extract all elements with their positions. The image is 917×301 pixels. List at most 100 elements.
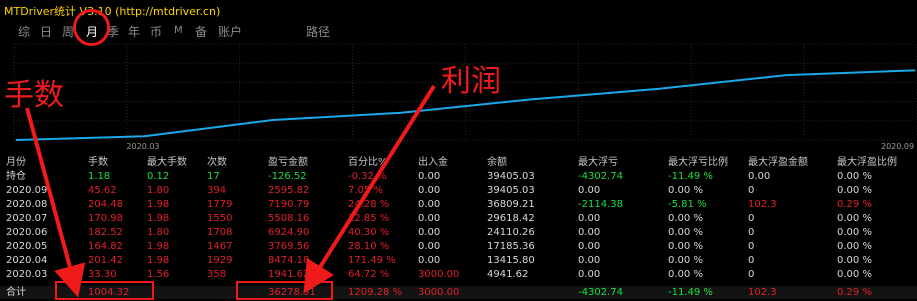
cell-max-float-loss: 0.00 bbox=[578, 241, 601, 252]
cell-max-lots: 1.98 bbox=[147, 241, 170, 252]
equity-point-7 bbox=[914, 69, 916, 71]
x-tick-label: 2020.09 bbox=[881, 142, 914, 151]
cell-max-lots: 1.98 bbox=[147, 199, 170, 210]
cell-percent: 24.28 % bbox=[348, 199, 390, 210]
cell-max-float-profit-pct: 最大浮盈比例 bbox=[837, 157, 897, 168]
cell-month: 月份 bbox=[6, 157, 26, 168]
cell-month: 合计 bbox=[6, 287, 26, 298]
cell-max-float-loss-pct: 0.00 % bbox=[668, 255, 703, 266]
cell-pnl: 3769.56 bbox=[268, 241, 310, 252]
tab-9[interactable]: 账户 bbox=[218, 23, 242, 40]
cell-month: 2020.05 bbox=[6, 241, 48, 252]
cell-max-float-profit: 0 bbox=[748, 213, 755, 224]
equity-point-2 bbox=[272, 119, 274, 121]
cell-max-float-profit-pct: 0.00 % bbox=[837, 185, 872, 196]
cell-max-float-profit: 102.3 bbox=[748, 199, 777, 210]
tab-7[interactable]: M bbox=[174, 25, 183, 36]
tab-8[interactable]: 备 bbox=[195, 23, 207, 40]
cell-balance: 13415.80 bbox=[487, 255, 535, 266]
cell-percent: 百分比% bbox=[348, 157, 388, 168]
cell-max-float-loss: 最大浮亏 bbox=[578, 157, 618, 168]
cell-max-float-profit: 0 bbox=[748, 227, 755, 238]
tab-6[interactable]: 币 bbox=[150, 23, 162, 40]
tab-0[interactable]: 综 bbox=[18, 23, 30, 40]
cell-percent: 22.85 % bbox=[348, 213, 390, 224]
tab-10[interactable]: 路径 bbox=[306, 23, 330, 40]
cell-max-float-loss-pct: 0.00 % bbox=[668, 213, 703, 224]
cell-max-lots: 1.98 bbox=[147, 213, 170, 224]
cell-lots: 204.48 bbox=[88, 199, 123, 210]
table-header: 月份 手数 最大手数 次数 盈亏金额 百分比% 出入金 余额 最大浮亏 最大浮亏比例 最大浮盈金额 最… bbox=[0, 156, 917, 169]
tab-5[interactable]: 年 bbox=[128, 23, 140, 40]
cell-percent: 64.72 % bbox=[348, 269, 390, 280]
cell-max-float-profit: 102.3 bbox=[748, 287, 777, 298]
cell-deposit: 0.00 bbox=[418, 171, 441, 182]
cell-lots: 182.52 bbox=[88, 227, 123, 238]
cell-lots: 170.98 bbox=[88, 213, 123, 224]
cell-count: 1779 bbox=[207, 199, 233, 210]
cell-max-float-profit: 0 bbox=[748, 241, 755, 252]
cell-max-float-profit-pct: 0.00 % bbox=[837, 213, 872, 224]
equity-point-3 bbox=[400, 112, 402, 114]
cell-lots: 164.82 bbox=[88, 241, 123, 252]
cell-max-lots: 0.12 bbox=[147, 171, 170, 182]
cell-max-float-loss-pct: 0.00 % bbox=[668, 185, 703, 196]
table-row: 2020.05 164.82 1.98 1467 3769.56 28.10 % 0.00 1… bbox=[0, 240, 917, 253]
cell-lots: 33.30 bbox=[88, 269, 117, 280]
cell-count: 17 bbox=[207, 171, 220, 182]
cell-max-float-loss: 0.00 bbox=[578, 269, 601, 280]
cell-month: 持仓 bbox=[6, 171, 26, 182]
cell-max-float-profit-pct: 0.29 % bbox=[837, 199, 872, 210]
month-tab-highlight-circle bbox=[73, 9, 110, 46]
cell-max-float-loss: -2114.38 bbox=[578, 199, 623, 210]
cell-max-float-loss-pct: 0.00 % bbox=[668, 269, 703, 280]
cell-count: 358 bbox=[207, 269, 227, 280]
cell-max-float-profit: 0 bbox=[748, 269, 755, 280]
cell-pnl: 8474.18 bbox=[268, 255, 310, 266]
cell-max-float-profit: 0 bbox=[748, 255, 755, 266]
cell-max-lots: 最大手数 bbox=[147, 157, 187, 168]
cell-month: 2020.09 bbox=[6, 185, 48, 196]
cell-max-float-profit: 0 bbox=[748, 185, 755, 196]
cell-max-float-profit-pct: 0.00 % bbox=[837, 255, 872, 266]
cell-pnl: 1941.62 bbox=[268, 269, 310, 280]
table-row: 2020.09 45.62 1.80 394 2595.82 7.05 % 0.00 3940… bbox=[0, 184, 917, 197]
cell-balance: 余额 bbox=[487, 157, 507, 168]
cell-deposit: 0.00 bbox=[418, 241, 441, 252]
cell-pnl: 6924.90 bbox=[268, 227, 310, 238]
app-title: MTDriver统计 V3.10 (http://mtdriver.cn) bbox=[4, 5, 221, 18]
cell-max-float-loss-pct: -5.81 % bbox=[668, 199, 707, 210]
equity-point-0 bbox=[15, 139, 17, 141]
table-row: 2020.04 201.42 1.98 1929 8474.18 171.49 % 0.00… bbox=[0, 254, 917, 267]
cell-count: 1708 bbox=[207, 227, 233, 238]
cell-max-float-loss: 0.00 bbox=[578, 213, 601, 224]
cell-deposit: 0.00 bbox=[418, 255, 441, 266]
tab-1[interactable]: 日 bbox=[40, 23, 52, 40]
profit-total-highlight-box bbox=[236, 281, 333, 300]
title-bar: MTDriver统计 V3.10 (http://mtdriver.cn) bbox=[0, 0, 917, 20]
lots-annotation-label: 手数 bbox=[4, 78, 64, 113]
cell-max-float-loss: 0.00 bbox=[578, 185, 601, 196]
cell-deposit: 0.00 bbox=[418, 227, 441, 238]
cell-month: 2020.08 bbox=[6, 199, 48, 210]
cell-count: 1929 bbox=[207, 255, 233, 266]
cell-max-float-profit-pct: 0.00 % bbox=[837, 227, 872, 238]
cell-max-lots: 1.98 bbox=[147, 255, 170, 266]
cell-deposit: 3000.00 bbox=[418, 287, 460, 298]
cell-max-float-profit-pct: 0.29 % bbox=[837, 287, 872, 298]
cell-deposit: 0.00 bbox=[418, 213, 441, 224]
cell-max-lots: 1.56 bbox=[147, 269, 170, 280]
cell-balance: 24110.26 bbox=[487, 227, 535, 238]
cell-deposit: 0.00 bbox=[418, 185, 441, 196]
cell-max-float-loss: -4302.74 bbox=[578, 171, 623, 182]
cell-count: 次数 bbox=[207, 157, 227, 168]
cell-lots: 45.62 bbox=[88, 185, 117, 196]
cell-count: 1550 bbox=[207, 213, 233, 224]
cell-max-lots: 1.80 bbox=[147, 185, 170, 196]
table-row: 持仓 1.18 0.12 17 -126.52 -0.32 % 0.00 39405.03 -4… bbox=[0, 170, 917, 183]
cell-max-float-profit: 0.00 bbox=[748, 171, 771, 182]
cell-pnl: 7190.79 bbox=[268, 199, 310, 210]
cell-max-float-profit: 最大浮盈金额 bbox=[748, 157, 808, 168]
equity-point-5 bbox=[657, 88, 659, 90]
cell-max-float-loss: 0.00 bbox=[578, 255, 601, 266]
